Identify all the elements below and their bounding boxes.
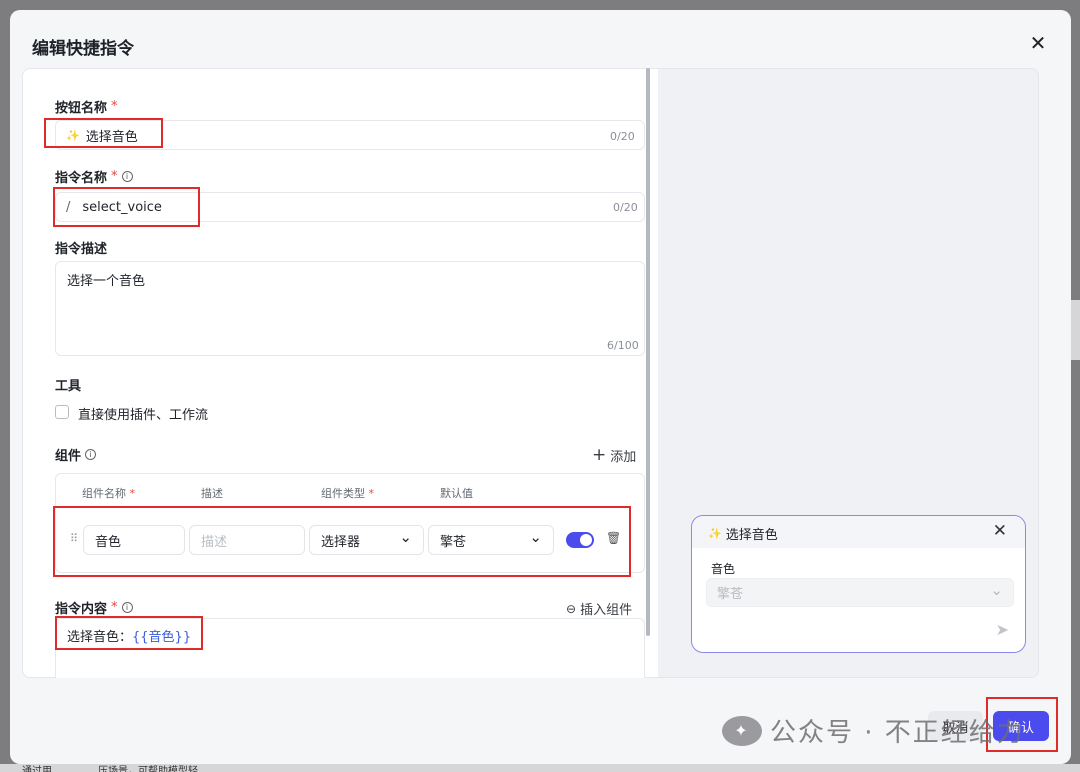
component-type-select[interactable]: 选择器 ⌄ — [309, 525, 424, 555]
modal-title: 编辑快捷指令 — [32, 39, 134, 59]
delete-icon[interactable]: 🗑 — [606, 531, 621, 545]
magic-icon: ✨ — [708, 527, 722, 540]
slash-prefix: / — [66, 199, 71, 215]
info-icon[interactable]: i — [121, 602, 133, 613]
form-panel — [22, 68, 658, 678]
close-icon[interactable]: ✕ — [993, 521, 1007, 541]
chevron-down-icon: ⌄ — [990, 580, 1003, 599]
command-name-input[interactable]: / select_voice — [55, 192, 645, 222]
drag-handle-icon[interactable]: ⠿ — [70, 532, 78, 545]
button-name-value: 选择音色 — [85, 129, 138, 145]
column-header-type: 组件类型 * — [321, 487, 374, 500]
command-name-counter: 0/20 — [613, 201, 638, 214]
command-name-value: select_voice — [82, 199, 162, 215]
info-icon[interactable]: i — [85, 449, 97, 460]
preview-voice-select[interactable]: 擎苍 ⌄ — [706, 578, 1014, 607]
info-icon[interactable]: i — [121, 171, 133, 182]
tools-label: 工具 — [55, 379, 82, 394]
magic-icon[interactable]: ✨ — [66, 129, 80, 142]
column-header-desc: 描述 — [201, 487, 223, 500]
wechat-logo: ✦ — [722, 715, 762, 746]
link-icon: ⊖ — [566, 601, 577, 616]
variable-chip: {{音色}} — [132, 630, 192, 645]
use-plugin-checkbox-label[interactable]: 直接使用插件、工作流 — [78, 404, 208, 423]
add-component-button[interactable]: + 添加 — [592, 445, 636, 466]
plus-icon: + — [592, 445, 607, 465]
command-content-text: 选择音色：{{音色}} — [67, 630, 192, 645]
button-name-counter: 0/20 — [610, 130, 635, 143]
background-right-strip — [1071, 300, 1080, 360]
component-desc-input[interactable]: 描述 — [189, 525, 305, 555]
shortcut-preview-card: ✨ 选择音色 ✕ 音色 擎苍 ⌄ ➤ — [691, 515, 1026, 653]
chevron-down-icon: ⌄ — [399, 528, 412, 546]
command-content-label: 指令内容 * i — [55, 598, 133, 617]
use-plugin-checkbox[interactable] — [55, 405, 69, 419]
button-name-label: 按钮名称 * — [55, 99, 118, 116]
send-icon[interactable]: ➤ — [996, 620, 1009, 639]
command-desc-counter: 6/100 — [607, 339, 639, 352]
preview-title: ✨ 选择音色 — [708, 527, 778, 543]
component-default-select[interactable]: 擎苍 ⌄ — [428, 525, 554, 555]
component-enabled-toggle[interactable] — [566, 532, 594, 548]
column-header-default: 默认值 — [440, 487, 473, 500]
column-header-name: 组件名称 * — [82, 487, 135, 500]
button-name-input[interactable]: ✨ 选择音色 — [55, 120, 645, 150]
component-name-input[interactable]: 音色 — [83, 525, 185, 555]
insert-component-button[interactable]: ⊖ 插入组件 — [566, 599, 632, 619]
command-desc-label: 指令描述 — [55, 242, 108, 257]
components-label: 组件 i — [55, 445, 97, 464]
close-icon[interactable]: ✕ — [1025, 30, 1051, 56]
watermark: ✦ 公众号 · 不正经给力 — [722, 712, 1025, 749]
chevron-down-icon: ⌄ — [529, 528, 542, 546]
command-name-label: 指令名称 * i — [55, 167, 133, 186]
form-scrollbar[interactable] — [646, 68, 650, 636]
preview-field-label: 音色 — [711, 562, 736, 576]
command-desc-value: 选择一个音色 — [67, 274, 146, 289]
command-desc-textarea[interactable]: 选择一个音色 — [55, 261, 645, 356]
